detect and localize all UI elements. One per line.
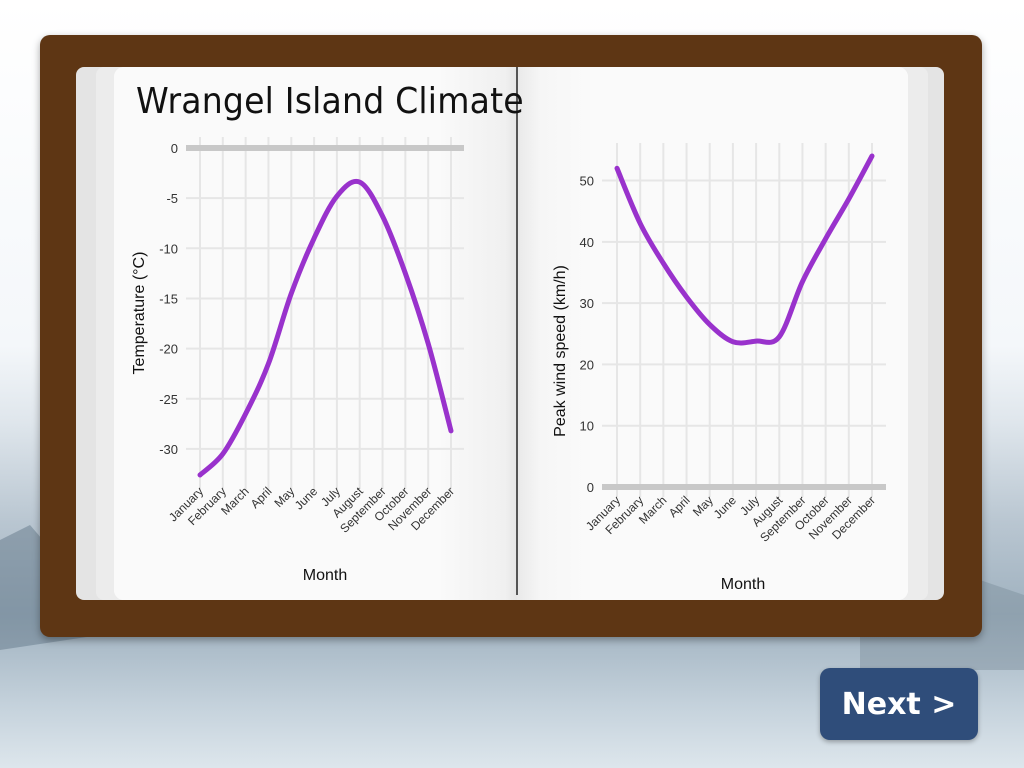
- wind-speed-y-tick-label: 0: [587, 480, 594, 495]
- next-button[interactable]: Next >: [820, 668, 978, 740]
- open-book: Wrangel Island Climate January February Ma…: [114, 67, 908, 600]
- wind-speed-x-tick-label: June: [711, 493, 740, 522]
- wind-speed-y-tick-label: 10: [580, 419, 594, 434]
- wind-speed-x-tick-label: May: [690, 493, 716, 519]
- wind-speed-y-axis-label: Peak wind speed (km/h): [552, 265, 569, 437]
- wind-speed-y-tick-label: 50: [580, 174, 594, 189]
- wind-speed-chart: JanuaryFebruaryMarchAprilMayJuneJulyAugu…: [552, 143, 886, 593]
- wind-speed-series-line: [614, 153, 875, 346]
- wind-speed-x-axis-label: Month: [721, 576, 765, 593]
- wind-speed-y-tick-label: 20: [580, 357, 594, 372]
- wind-speed-x-tick-label: April: [666, 493, 693, 520]
- wind-speed-y-tick-label: 40: [580, 235, 594, 250]
- wind-speed-y-tick-label: 30: [580, 296, 594, 311]
